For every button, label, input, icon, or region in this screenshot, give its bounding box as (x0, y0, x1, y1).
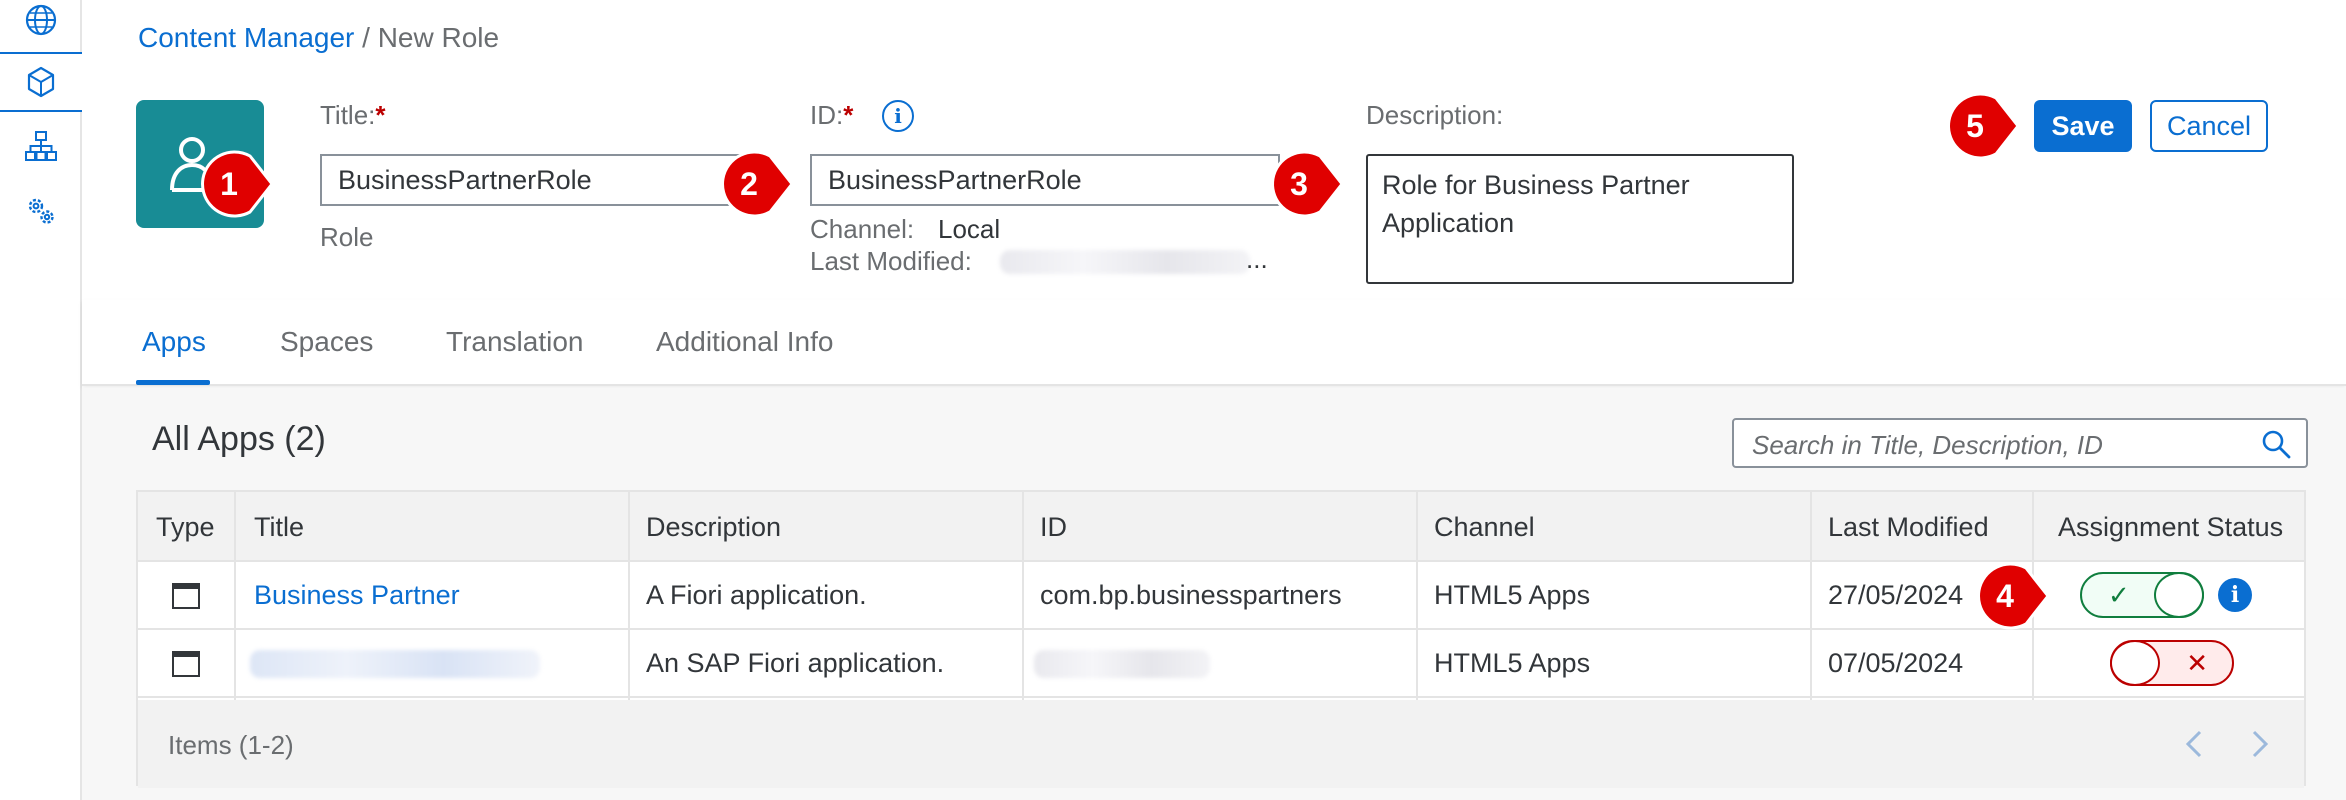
content-manager-screen: Content Manager / New Role Role Title:* … (0, 0, 2346, 800)
column-header-id: ID (1040, 512, 1067, 542)
app-id: com.bp.businesspartners (1040, 580, 1342, 610)
description-field-label: Description: (1366, 100, 1504, 130)
tab-additional-info[interactable]: Additional Info (656, 326, 833, 358)
callout-marker-2: 2 (720, 150, 794, 218)
search-icon[interactable] (2260, 428, 2292, 460)
last-modified-label: Last Modified: (810, 246, 972, 276)
hierarchy-icon (25, 131, 57, 161)
callout-number: 2 (740, 165, 758, 202)
column-header-type: Type (156, 512, 215, 542)
column-header-channel: Channel (1434, 512, 1535, 542)
id-input-value: BusinessPartnerRole (828, 164, 1082, 195)
items-count: Items (1-2) (168, 730, 294, 760)
chevron-left-icon[interactable] (2180, 728, 2210, 760)
app-last-modified: 07/05/2024 (1828, 648, 1964, 678)
title-required-asterisk: * (375, 100, 386, 130)
assignment-switch-on[interactable]: ✓ (2080, 572, 2204, 618)
title-label-text: Title: (320, 100, 376, 130)
chevron-right-icon[interactable] (2244, 728, 2274, 760)
app-description: A Fiori application. (646, 580, 867, 610)
title-input[interactable]: BusinessPartnerRole (320, 154, 760, 206)
column-header-assignment-status: Assignment Status (2058, 512, 2284, 542)
x-icon: ✕ (2186, 648, 2208, 678)
app-description: An SAP Fiori application. (646, 648, 945, 678)
id-required-asterisk: * (843, 100, 854, 130)
channel-value: Local (938, 214, 1001, 244)
app-window-icon (172, 583, 200, 609)
switch-knob (2154, 572, 2204, 618)
callout-marker-5: 5 (1946, 92, 2020, 160)
callout-marker-1: 1 (200, 150, 274, 218)
callout-number: 1 (220, 165, 238, 202)
column-divider (1022, 492, 1024, 700)
app-id-redacted (1034, 650, 1210, 678)
last-modified-redacted (1000, 250, 1250, 274)
id-input[interactable]: BusinessPartnerRole (810, 154, 1280, 206)
app-channel: HTML5 Apps (1434, 648, 1591, 678)
info-icon[interactable]: i (2218, 578, 2252, 612)
gears-icon (28, 198, 54, 224)
breadcrumb-separator: / (362, 22, 370, 53)
sidebar-item-provider-manager[interactable] (0, 116, 82, 176)
apps-search-input[interactable]: Search in Title, Description, ID (1732, 418, 2308, 468)
id-label-text: ID: (810, 100, 844, 130)
globe-icon (25, 4, 57, 36)
callout-marker-4: 4 (1976, 562, 2050, 630)
sidebar-item-sites[interactable] (0, 0, 82, 50)
last-modified-ellipsis: ... (1246, 244, 1268, 274)
tab-bar: Apps Spaces Translation Additional Info (82, 300, 2346, 386)
description-textarea[interactable]: Role for Business Partner Application (1366, 154, 1794, 284)
apps-table-title: All Apps (2) (152, 420, 326, 458)
table-header-row: Type Title Description ID Channel Last M… (138, 492, 2304, 562)
shell-sidebar (0, 0, 82, 800)
breadcrumb-link-content-manager[interactable]: Content Manager (138, 22, 354, 53)
app-last-modified: 27/05/2024 (1828, 580, 1964, 610)
title-input-value: BusinessPartnerRole (338, 164, 592, 195)
info-icon[interactable]: i (882, 100, 914, 132)
column-header-last-modified: Last Modified (1828, 512, 1989, 542)
column-header-description: Description (646, 512, 782, 542)
table-footer: Items (1-2) (138, 700, 2304, 788)
check-icon: ✓ (2108, 580, 2130, 610)
column-divider (1416, 492, 1418, 700)
app-title-link[interactable]: Business Partner (254, 580, 460, 611)
app-channel: HTML5 Apps (1434, 580, 1591, 610)
app-title-redacted[interactable] (250, 650, 540, 678)
channel-label: Channel: (810, 214, 915, 244)
callout-number: 4 (1996, 577, 2014, 614)
table-row[interactable]: An SAP Fiori application. HTML5 Apps 07/… (138, 630, 2304, 698)
tab-apps[interactable]: Apps (142, 326, 206, 358)
title-field-label: Title:* (320, 100, 386, 131)
column-divider (234, 492, 236, 700)
tab-spaces[interactable]: Spaces (280, 326, 373, 358)
switch-knob (2110, 640, 2160, 686)
breadcrumb-current: New Role (377, 22, 500, 53)
callout-marker-3: 3 (1270, 150, 1344, 218)
sidebar-item-content-manager[interactable] (0, 52, 82, 112)
column-header-title: Title (254, 512, 305, 542)
save-button[interactable]: Save (2034, 100, 2132, 152)
callout-number: 3 (1290, 165, 1308, 202)
apps-table: Type Title Description ID Channel Last M… (136, 490, 2306, 788)
cube-icon (27, 66, 55, 98)
column-divider (1810, 492, 1812, 700)
column-divider (628, 492, 630, 700)
tab-translation[interactable]: Translation (446, 326, 583, 358)
search-placeholder: Search in Title, Description, ID (1752, 430, 2103, 460)
role-type-label: Role (320, 222, 374, 252)
active-tab-indicator (136, 380, 210, 385)
sidebar-item-settings[interactable] (0, 180, 82, 240)
assignment-switch-off[interactable]: ✕ (2110, 640, 2234, 686)
breadcrumb: Content Manager / New Role (138, 22, 499, 54)
cancel-button[interactable]: Cancel (2150, 100, 2268, 152)
callout-number: 5 (1966, 107, 1984, 144)
id-field-label: ID:* (810, 100, 853, 131)
app-window-icon (172, 651, 200, 677)
